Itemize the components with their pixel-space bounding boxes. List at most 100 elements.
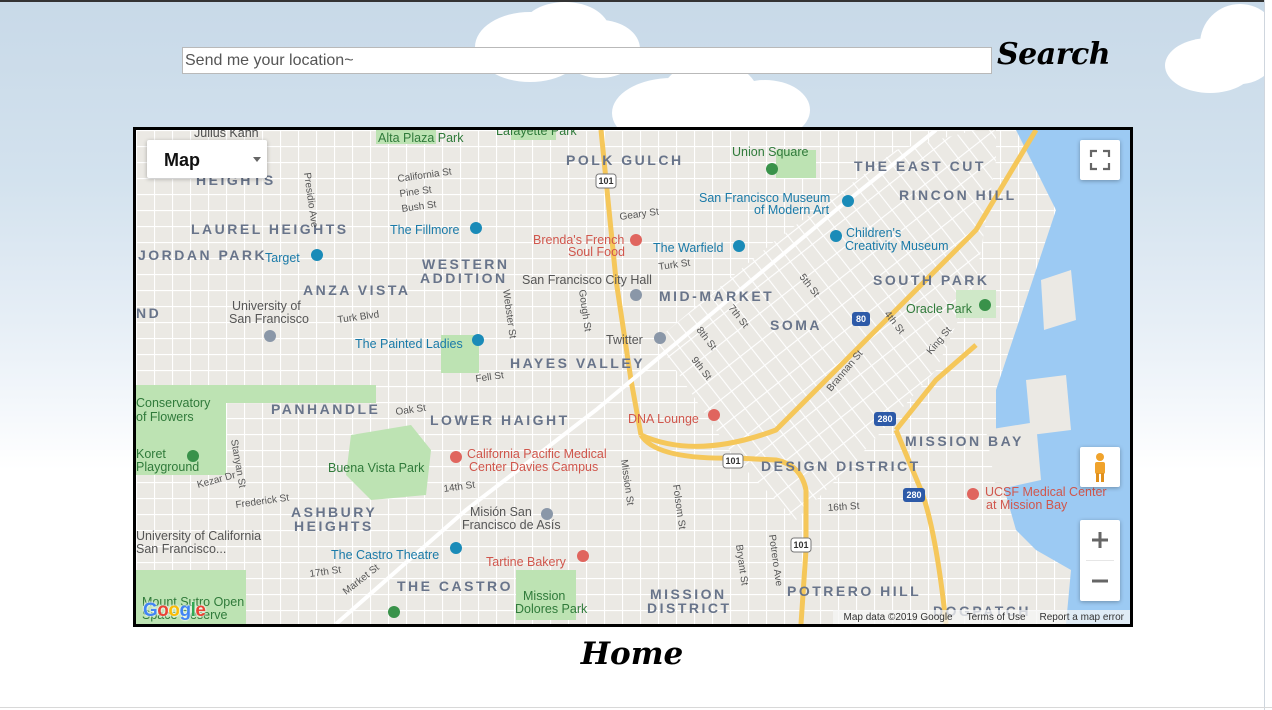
svg-text:Alta Plaza Park: Alta Plaza Park [378,131,464,145]
minus-icon [1092,579,1108,583]
map-attribution: Map data ©2019 Google Terms of Use Repor… [833,610,1130,624]
svg-text:Lafayette Park: Lafayette Park [496,130,577,138]
street-view-pegman-button[interactable] [1080,447,1120,487]
svg-text:Mission: Mission [523,589,565,603]
poi-twitter-marker [654,332,666,344]
page-title-home: Home [580,636,684,672]
svg-text:Center Davies Campus: Center Davies Campus [469,460,598,474]
svg-text:San Francisco City Hall: San Francisco City Hall [522,273,652,287]
location-search-input[interactable] [182,47,992,74]
svg-text:Soul Food: Soul Food [568,245,625,259]
search-button[interactable]: Search [997,34,1111,74]
poi-castro-theatre-marker [450,542,462,554]
svg-text:101: 101 [598,176,613,186]
fullscreen-icon [1089,149,1111,171]
svg-text:HAYES VALLEY: HAYES VALLEY [510,355,645,371]
svg-text:Dolores Park: Dolores Park [515,602,588,616]
caret-down-icon [253,157,261,162]
pegman-icon [1095,453,1105,482]
window-top-border [0,0,1272,2]
poi-fillmore-marker [470,222,482,234]
fullscreen-button[interactable] [1080,140,1120,180]
map-type-dropdown[interactable]: Map [147,140,267,178]
svg-text:Buena Vista Park: Buena Vista Park [328,461,425,475]
svg-text:Koret: Koret [136,447,166,461]
zoom-out-button[interactable] [1080,561,1120,601]
svg-text:The Fillmore: The Fillmore [390,223,460,237]
svg-text:DNA Lounge: DNA Lounge [628,412,699,426]
svg-text:SOUTH PARK: SOUTH PARK [873,272,990,288]
svg-text:16th St: 16th St [827,501,860,514]
poi-sfmoma-marker [842,195,854,207]
poi-city-hall-marker [630,289,642,301]
svg-text:Francisco de Asís: Francisco de Asís [462,518,561,532]
plus-icon [1092,532,1108,548]
svg-text:California Pacific Medical: California Pacific Medical [467,447,607,461]
svg-text:MID-MARKET: MID-MARKET [659,288,774,304]
svg-text:HEIGHTS: HEIGHTS [294,518,374,534]
poi-warfield-marker [733,240,745,252]
poi-usf-marker [264,330,276,342]
svg-text:ND: ND [136,305,161,321]
svg-text:San Francisco...: San Francisco... [136,542,226,556]
map-type-label: Map [164,150,200,170]
zoom-control [1080,520,1120,601]
poi-painted-ladies-marker [472,334,484,346]
svg-text:Playground: Playground [136,460,199,474]
google-logo[interactable]: Google [143,600,206,622]
svg-text:RINCON HILL: RINCON HILL [899,187,1017,203]
svg-text:POLK GULCH: POLK GULCH [566,152,684,168]
svg-text:ADDITION: ADDITION [420,270,508,286]
svg-text:MISSION BAY: MISSION BAY [905,433,1024,449]
poi-tartine-marker [577,550,589,562]
svg-text:University of: University of [232,299,301,313]
svg-text:Children's: Children's [846,226,901,240]
poi-ucsf-marker [967,488,979,500]
poi-cpmc-marker [450,451,462,463]
poi-union-square-marker [766,163,778,175]
poi-target-marker [311,249,323,261]
svg-text:of Modern Art: of Modern Art [754,203,830,217]
poi-sutro-marker [388,606,400,618]
svg-text:LOWER HAIGHT: LOWER HAIGHT [430,412,570,428]
poi-brendas-marker [630,234,642,246]
svg-text:Creativity Museum: Creativity Museum [845,239,949,253]
terms-of-use-link[interactable]: Terms of Use [967,612,1026,623]
svg-text:at Mission Bay: at Mission Bay [986,498,1068,512]
svg-text:THE EAST CUT: THE EAST CUT [854,158,986,174]
poi-oracle-park-marker [979,299,991,311]
svg-text:LAUREL HEIGHTS: LAUREL HEIGHTS [191,221,349,237]
svg-text:Target: Target [265,251,300,265]
svg-text:Conservatory: Conservatory [136,396,211,410]
svg-text:280: 280 [906,490,921,500]
svg-text:Tartine Bakery: Tartine Bakery [486,555,567,569]
pier [1041,270,1076,330]
report-map-error-link[interactable]: Report a map error [1040,612,1124,623]
svg-text:UCSF Medical Center: UCSF Medical Center [985,485,1107,499]
svg-text:The Painted Ladies: The Painted Ladies [355,337,463,351]
svg-text:of Flowers: of Flowers [136,410,194,424]
svg-text:The Warfield: The Warfield [653,241,723,255]
zoom-in-button[interactable] [1080,520,1120,560]
svg-text:Julius Kahn: Julius Kahn [194,130,259,140]
svg-text:DESIGN DISTRICT: DESIGN DISTRICT [761,458,921,474]
svg-text:Oracle Park: Oracle Park [906,302,973,316]
map-data-credit: Map data ©2019 Google [843,611,953,623]
svg-text:Twitter: Twitter [606,333,643,347]
svg-text:PANHANDLE: PANHANDLE [271,401,380,417]
svg-text:POTRERO HILL: POTRERO HILL [787,583,921,599]
svg-text:JORDAN PARK: JORDAN PARK [138,247,267,263]
svg-text:Union Square: Union Square [732,145,808,159]
svg-text:ANZA VISTA: ANZA VISTA [303,282,410,298]
svg-text:SOMA: SOMA [770,317,822,333]
map-canvas[interactable]: 101 101 101 80 280 280 POLK GULCH THE EA… [136,130,1130,624]
svg-text:280: 280 [877,414,892,424]
svg-text:THE CASTRO: THE CASTRO [397,578,513,594]
svg-text:DISTRICT: DISTRICT [647,600,732,616]
poi-childrens-museum-marker [830,230,842,242]
map-view[interactable]: 101 101 101 80 280 280 POLK GULCH THE EA… [133,127,1133,627]
svg-text:101: 101 [725,456,740,466]
window-bottom-border [0,707,1272,708]
window-scrollbar-edge [1264,0,1272,710]
svg-text:The Castro Theatre: The Castro Theatre [331,548,439,562]
